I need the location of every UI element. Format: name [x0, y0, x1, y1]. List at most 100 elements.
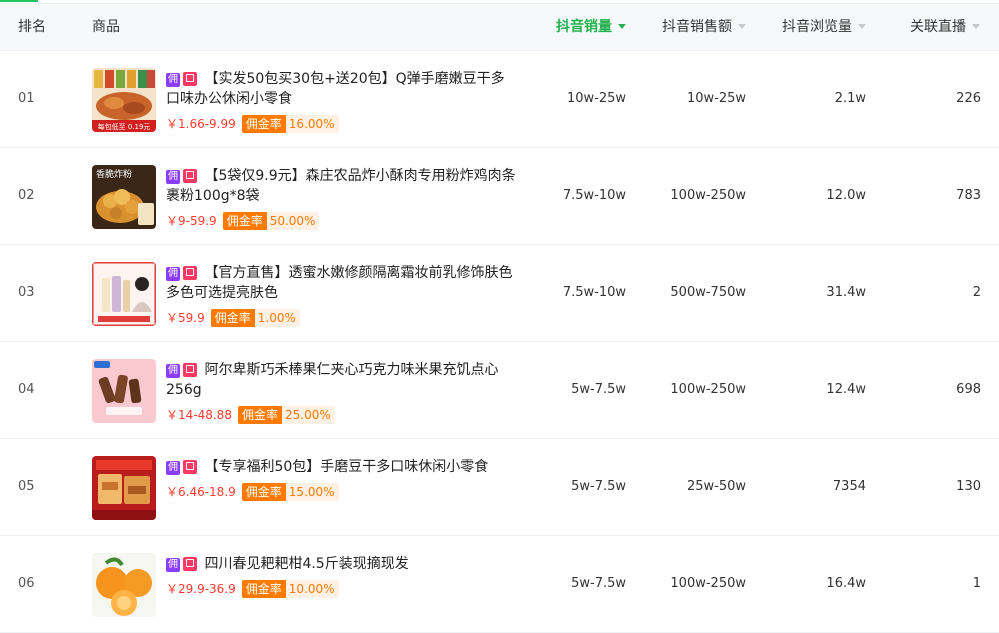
cell-views: 12.4w: [826, 382, 866, 397]
cell-sales: 10w-25w: [686, 91, 746, 106]
product-thumbnail[interactable]: [92, 553, 156, 617]
douyin-shop-icon: [183, 557, 197, 571]
product-thumbnail[interactable]: [92, 456, 156, 520]
cell-live: 1: [972, 576, 981, 591]
cell-views: 31.4w: [826, 285, 866, 300]
thumb-caption: 香脆炸粉: [96, 168, 132, 180]
cell-live: 698: [956, 382, 981, 397]
row-rank: 06: [18, 576, 35, 591]
header-views-sort[interactable]: 抖音浏览量: [782, 4, 866, 51]
commission-rate-tag: 佣金率 10.00%: [241, 580, 339, 598]
product-title-text: 四川春见耙耙柑4.5斤装现摘现发: [204, 556, 409, 572]
cell-volume: 5w-7.5w: [571, 576, 626, 591]
thumb-caption: 每包低至 0.19元: [98, 122, 151, 131]
product-title[interactable]: 佣 阿尔卑斯巧禾棒果仁夹心巧克力味米果充饥点心256g: [166, 360, 516, 400]
commission-badge-icon: 佣: [166, 461, 180, 475]
cell-sales: 25w-50w: [686, 479, 746, 494]
product-title[interactable]: 佣 【官方直售】透蜜水嫩修颜隔离霜妆前乳修饰肤色多色可选提亮肤色: [166, 263, 516, 303]
table-row[interactable]: 06 佣 四川春见耙耙柑4.5斤装现摘现发 ￥29.9-36.9 佣金率 10.00…: [0, 536, 999, 633]
table-row[interactable]: 01 每包低至 0.19元 佣 【实发50包买30包+送20包】Q弹手磨嫩豆干多…: [0, 51, 999, 148]
table-header: 排名 商品 抖音销量 抖音销售额 抖音浏览量 关联直播: [0, 4, 999, 51]
table-row[interactable]: 03 佣 【官方直售】透蜜水嫩修颜隔离霜妆前乳修饰肤色多色可选提亮肤色 ￥59.…: [0, 245, 999, 342]
active-tab-underline: [0, 0, 38, 2]
sort-desc-icon: [618, 23, 626, 29]
commission-rate-tag: 佣金率 15.00%: [241, 483, 339, 501]
commission-rate-value: 1.00%: [257, 311, 296, 325]
cell-sales: 500w-750w: [670, 285, 746, 300]
commission-badge-icon: 佣: [166, 170, 180, 184]
header-rank: 排名: [18, 19, 46, 35]
cell-live: 130: [956, 479, 981, 494]
commission-badge-icon: 佣: [166, 364, 180, 378]
commission-rate-value: 15.00%: [288, 485, 335, 499]
commission-rate-label: 佣金率: [241, 483, 286, 501]
table-row[interactable]: 04 佣 阿尔卑斯巧禾棒果仁夹心巧克力味米果充饥点心256g ￥14-48.88…: [0, 342, 999, 439]
product-thumbnail[interactable]: [92, 359, 156, 423]
cell-sales: 100w-250w: [670, 576, 746, 591]
cell-sales: 100w-250w: [670, 188, 746, 203]
sort-caret-icon: [858, 23, 866, 29]
cell-live: 2: [972, 285, 981, 300]
header-live-sort[interactable]: 关联直播: [910, 4, 980, 51]
sort-caret-icon: [972, 23, 980, 29]
cell-live: 783: [956, 188, 981, 203]
product-title-text: 【专享福利50包】手磨豆干多口味休闲小零食: [204, 459, 489, 475]
commission-rate-label: 佣金率: [241, 580, 286, 598]
cell-views: 7354: [832, 479, 866, 494]
commission-rate-value: 25.00%: [284, 408, 331, 422]
cell-volume: 5w-7.5w: [571, 479, 626, 494]
product-title[interactable]: 佣 【实发50包买30包+送20包】Q弹手磨嫩豆干多口味办公休闲小零食: [166, 69, 516, 109]
cell-volume: 7.5w-10w: [562, 188, 626, 203]
commission-rate-label: 佣金率: [222, 212, 267, 230]
product-title[interactable]: 佣 四川春见耙耙柑4.5斤装现摘现发: [166, 554, 516, 574]
commission-rate-tag: 佣金率 25.00%: [237, 406, 335, 424]
cell-views: 12.0w: [826, 188, 866, 203]
product-title-text: 【官方直售】透蜜水嫩修颜隔离霜妆前乳修饰肤色多色可选提亮肤色: [166, 265, 513, 301]
commission-rate-label: 佣金率: [241, 115, 286, 133]
sort-caret-icon: [738, 23, 746, 29]
product-thumbnail[interactable]: [92, 262, 156, 326]
row-rank: 03: [18, 285, 35, 300]
product-price: ￥6.46-18.9: [166, 485, 236, 499]
row-rank: 05: [18, 479, 35, 494]
cell-volume: 5w-7.5w: [571, 382, 626, 397]
product-title[interactable]: 佣 【专享福利50包】手磨豆干多口味休闲小零食: [166, 457, 516, 477]
commission-rate-value: 10.00%: [288, 582, 335, 596]
header-sales-sort[interactable]: 抖音销售额: [662, 4, 746, 51]
product-title[interactable]: 佣 【5袋仅9.9元】森庄农品炸小酥肉专用粉炸鸡肉条裹粉100g*8袋: [166, 166, 516, 206]
row-rank: 04: [18, 382, 35, 397]
table-row[interactable]: 02 香脆炸粉 佣 【5袋仅9.9元】森庄农品炸小酥肉专用粉炸鸡肉条裹粉100g…: [0, 148, 999, 245]
commission-rate-label: 佣金率: [210, 309, 255, 327]
row-rank: 02: [18, 188, 35, 203]
header-sales-label: 抖音销售额: [662, 19, 732, 35]
cell-volume: 7.5w-10w: [562, 285, 626, 300]
commission-rate-tag: 佣金率 50.00%: [222, 212, 320, 230]
table-row[interactable]: 05 佣 【专享福利50包】手磨豆干多口味休闲小零食 ￥6.46-18.9 佣金率…: [0, 439, 999, 536]
header-volume-sort[interactable]: 抖音销量: [556, 4, 626, 51]
product-price: ￥59.9: [166, 311, 205, 325]
commission-badge-icon: 佣: [166, 558, 180, 572]
cell-views: 16.4w: [826, 576, 866, 591]
product-price: ￥14-48.88: [166, 408, 232, 422]
commission-badge-icon: 佣: [166, 73, 180, 87]
header-views-label: 抖音浏览量: [782, 19, 852, 35]
row-rank: 01: [18, 91, 35, 106]
product-price: ￥1.66-9.99: [166, 117, 236, 131]
cell-sales: 100w-250w: [670, 382, 746, 397]
commission-rate-label: 佣金率: [237, 406, 282, 424]
product-title-text: 阿尔卑斯巧禾棒果仁夹心巧克力味米果充饥点心256g: [166, 362, 499, 398]
cell-volume: 10w-25w: [566, 91, 626, 106]
cell-live: 226: [956, 91, 981, 106]
product-thumbnail[interactable]: 每包低至 0.19元: [92, 68, 156, 132]
douyin-shop-icon: [183, 460, 197, 474]
product-thumbnail[interactable]: 香脆炸粉: [92, 165, 156, 229]
cell-views: 2.1w: [834, 91, 866, 106]
product-title-text: 【5袋仅9.9元】森庄农品炸小酥肉专用粉炸鸡肉条裹粉100g*8袋: [166, 168, 516, 204]
douyin-shop-icon: [183, 266, 197, 280]
header-volume-label: 抖音销量: [556, 19, 612, 35]
product-title-text: 【实发50包买30包+送20包】Q弹手磨嫩豆干多口味办公休闲小零食: [166, 71, 505, 107]
header-live-label: 关联直播: [910, 19, 966, 35]
product-price: ￥29.9-36.9: [166, 582, 236, 596]
commission-rate-value: 50.00%: [269, 214, 316, 228]
product-price: ￥9-59.9: [166, 214, 217, 228]
